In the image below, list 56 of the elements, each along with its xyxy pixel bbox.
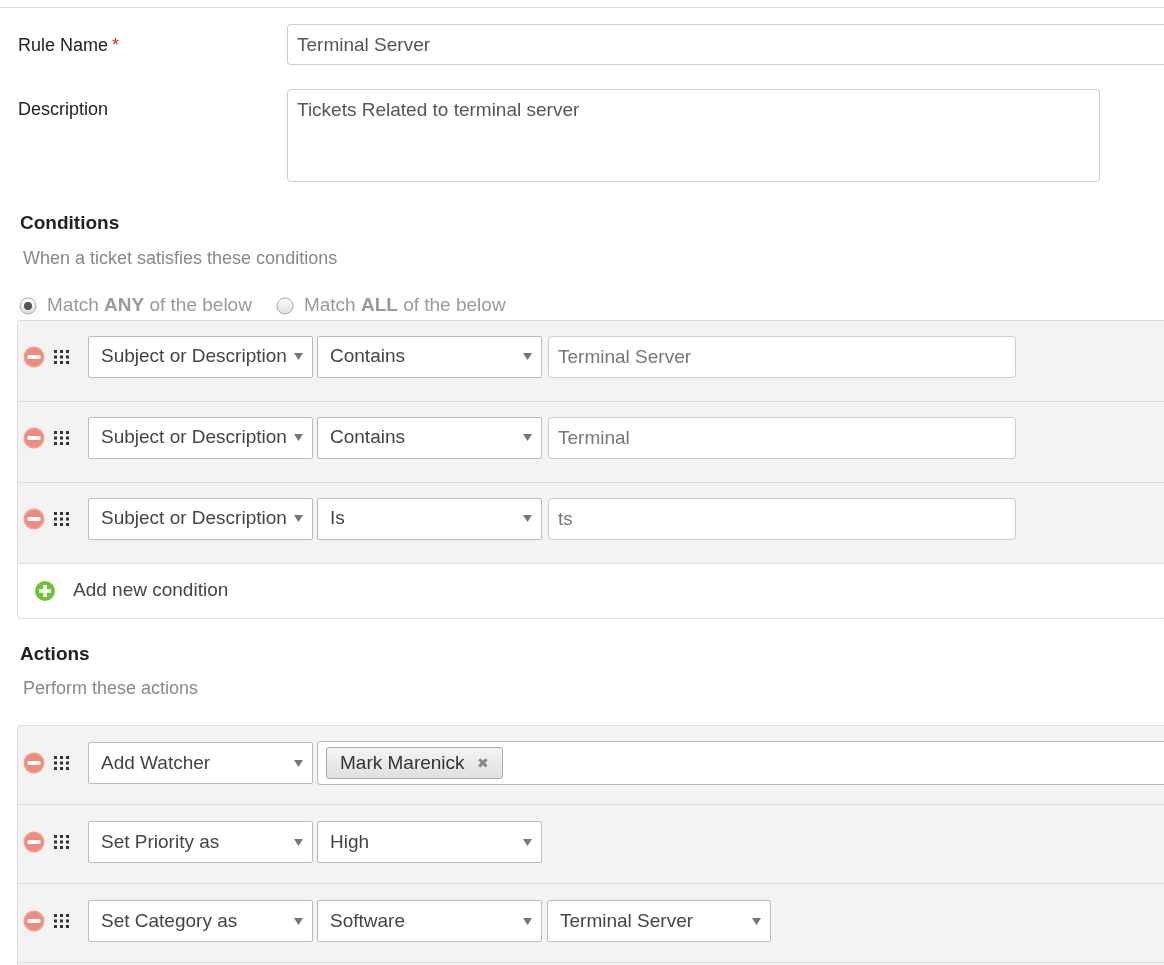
caret-icon <box>523 917 532 925</box>
radio-button[interactable] <box>19 296 37 315</box>
field-label: Rule Name <box>18 35 109 55</box>
caret-icon <box>523 838 532 846</box>
dropdown[interactable]: Contains <box>317 416 542 459</box>
dropdown[interactable]: Set Category as <box>88 900 313 942</box>
caret-icon <box>523 515 532 522</box>
drag-handle-icon[interactable] <box>54 914 70 928</box>
section-heading: Actions <box>20 641 90 666</box>
dropdown[interactable]: Terminal Server <box>547 900 771 942</box>
value-field[interactable]: ts <box>548 497 1016 540</box>
caret-icon <box>294 917 303 925</box>
dropdown[interactable]: High <box>317 821 542 863</box>
dropdown[interactable]: Add Watcher <box>88 742 313 784</box>
match-option-label: Match ALL of the below <box>303 293 506 318</box>
remove-icon[interactable] <box>23 831 45 853</box>
add-icon[interactable] <box>34 579 56 602</box>
caret-icon <box>294 838 303 846</box>
caret-icon <box>294 353 303 360</box>
section-subtitle: When a ticket satisfies these conditions <box>23 246 338 270</box>
remove-icon[interactable] <box>23 426 45 449</box>
caret-icon <box>294 515 303 522</box>
watcher-field[interactable]: Mark Marenick ✖ <box>317 741 1164 785</box>
radio-button[interactable] <box>275 296 294 315</box>
drag-handle-icon[interactable] <box>54 835 70 849</box>
match-option-label: Match ANY of the below <box>47 293 252 318</box>
dropdown[interactable]: Subject or Description <box>88 416 313 459</box>
rule-name-field[interactable]: Terminal Server <box>287 24 1164 65</box>
remove-icon[interactable] <box>23 507 45 530</box>
dropdown[interactable]: Contains <box>317 335 542 378</box>
add-condition-link[interactable]: Add new condition <box>73 576 229 605</box>
caret-icon <box>294 434 303 441</box>
caret-icon <box>523 434 532 441</box>
remove-icon[interactable] <box>23 910 45 932</box>
tag-label: Mark Marenick <box>340 750 465 775</box>
remove-icon[interactable] <box>23 345 45 368</box>
drag-handle-icon[interactable] <box>54 511 70 526</box>
value-field[interactable]: Terminal <box>548 416 1016 459</box>
drag-handle-icon[interactable] <box>54 349 70 364</box>
remove-icon[interactable] <box>23 752 45 774</box>
dropdown[interactable]: Subject or Description <box>88 335 313 378</box>
drag-handle-icon[interactable] <box>54 756 70 770</box>
dropdown[interactable]: Software <box>317 900 542 942</box>
drag-handle-icon[interactable] <box>54 430 70 445</box>
dropdown[interactable]: Set Priority as <box>88 821 313 863</box>
caret-icon <box>752 917 761 925</box>
caret-icon <box>523 353 532 360</box>
dropdown[interactable]: Is <box>317 497 542 540</box>
section-heading: Conditions <box>20 211 120 235</box>
caret-icon <box>294 759 303 767</box>
dropdown[interactable]: Subject or Description <box>88 497 313 540</box>
required-mark: * <box>112 35 120 55</box>
section-subtitle: Perform these actions <box>23 677 199 700</box>
description-field[interactable]: Tickets Related to terminal server <box>287 89 1100 182</box>
field-label: Description <box>18 99 109 119</box>
value-field[interactable]: Terminal Server <box>548 335 1016 378</box>
